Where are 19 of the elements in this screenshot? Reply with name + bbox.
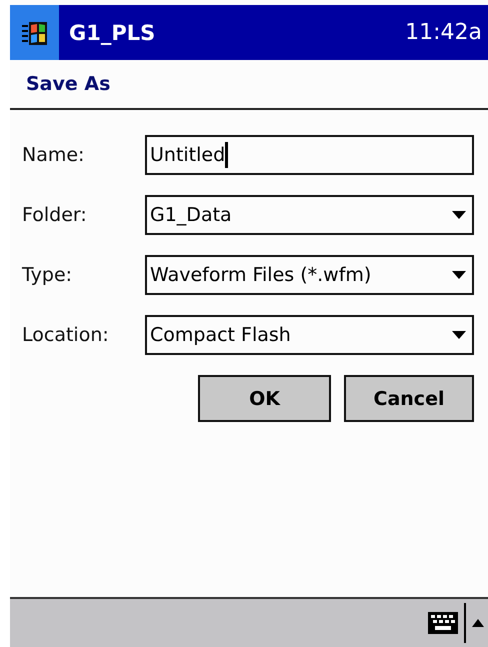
start-button[interactable]: [10, 5, 59, 60]
field-label: Folder:: [22, 204, 88, 226]
cancel-button[interactable]: Cancel: [344, 375, 474, 422]
dropdown-arrow-icon: [452, 211, 466, 219]
ok-button[interactable]: OK: [198, 375, 331, 422]
dropdown-arrow-icon: [452, 271, 466, 279]
app-title: G1_PLS: [69, 20, 156, 44]
dropdown[interactable]: Waveform Files (*.wfm): [145, 255, 474, 295]
up-arrow-icon[interactable]: [472, 619, 484, 627]
keyboard-icon[interactable]: [428, 612, 458, 634]
dropdown[interactable]: G1_Data: [145, 195, 474, 235]
field-label: Name:: [22, 144, 86, 166]
input-field[interactable]: Untitled: [145, 135, 474, 175]
clock-time: 11:42a: [405, 20, 482, 45]
dialog-title: Save As: [10, 60, 488, 110]
field-label: Location:: [22, 324, 110, 346]
field-label: Type:: [22, 264, 74, 286]
dropdown[interactable]: Compact Flash: [145, 315, 474, 355]
dropdown-arrow-icon: [452, 331, 466, 339]
